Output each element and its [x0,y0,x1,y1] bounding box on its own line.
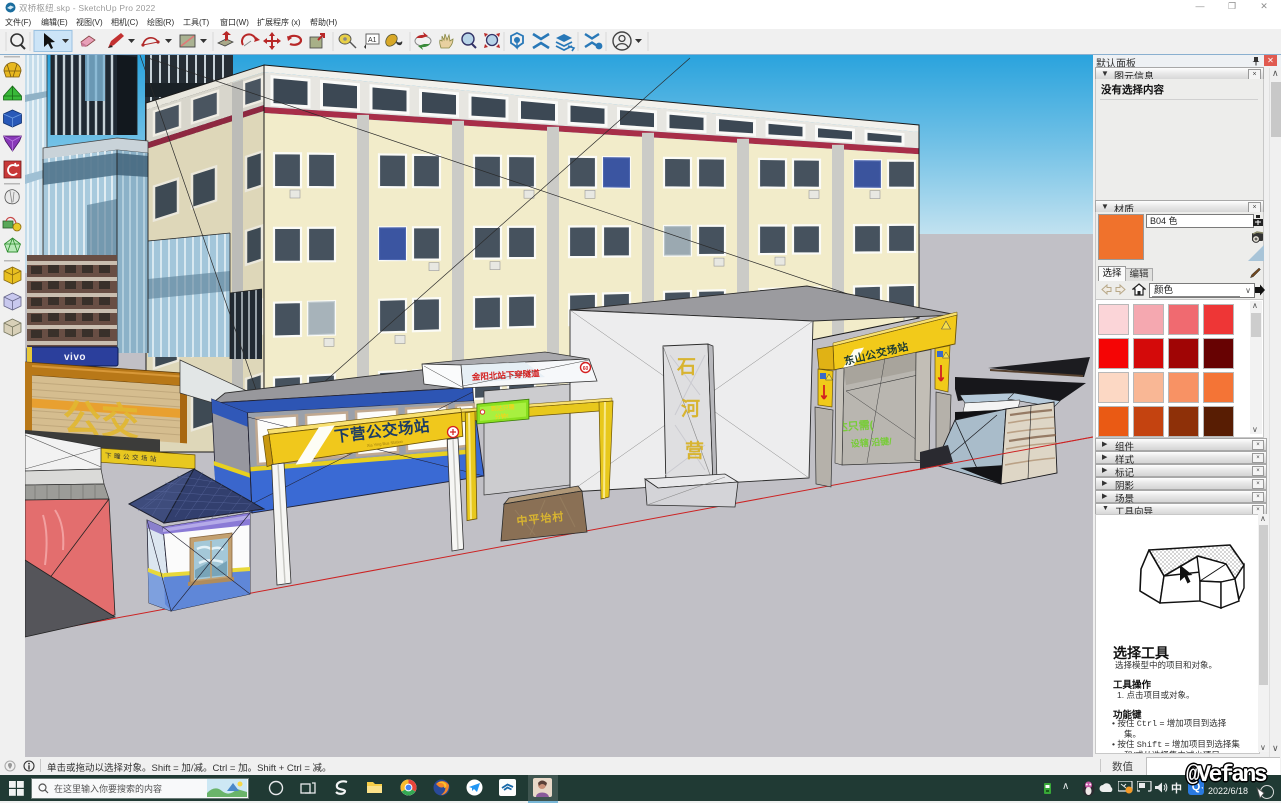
svg-text:vivo: vivo [64,352,86,363]
svg-text:河: 河 [681,398,700,420]
svg-text:营: 营 [685,439,704,462]
svg-text:60: 60 [583,366,589,372]
svg-text:石: 石 [676,357,696,378]
svg-text:A1: A1 [368,37,377,44]
